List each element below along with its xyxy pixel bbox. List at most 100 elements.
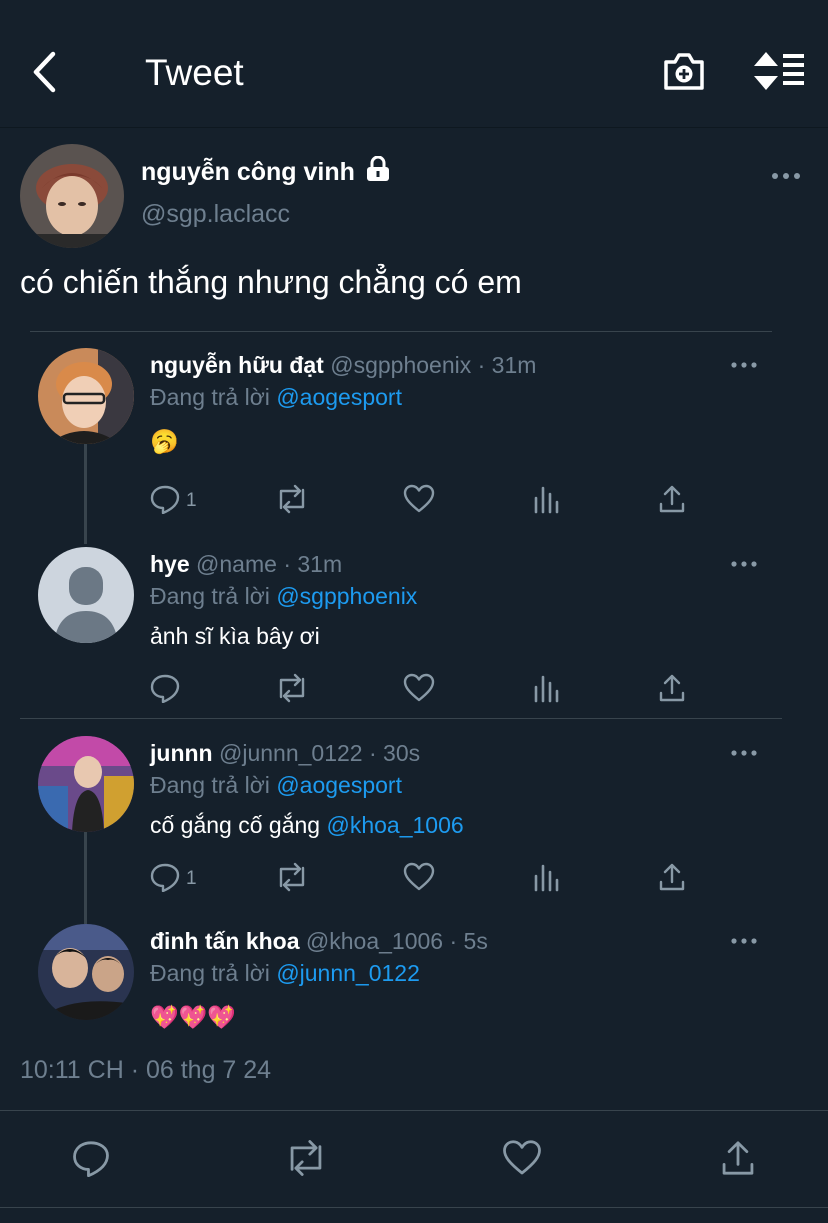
more-horizontal-icon: [731, 362, 757, 368]
thread-line: [84, 444, 87, 544]
more-horizontal-icon: [731, 938, 757, 944]
like-button[interactable]: [403, 862, 435, 896]
reply-header: hye @name · 31m: [150, 551, 342, 578]
tweet-action-bar: [0, 1110, 828, 1208]
retweet-icon: [279, 484, 305, 514]
replying-label: Đang trả lời: [150, 960, 270, 986]
retweet-icon: [279, 862, 305, 892]
more-options-button[interactable]: [730, 933, 758, 949]
sort-icon: [754, 52, 804, 90]
timestamp: 31m: [297, 551, 343, 577]
avatar[interactable]: [38, 348, 134, 444]
share-button[interactable]: [658, 673, 686, 707]
comment-icon: [150, 863, 180, 893]
profile-photo: [38, 736, 134, 832]
divider: [20, 718, 782, 719]
handle[interactable]: @sgp.laclacc: [141, 200, 290, 229]
share-button[interactable]: [658, 862, 686, 896]
replying-label: Đang trả lời: [150, 384, 270, 410]
like-button[interactable]: [502, 1139, 542, 1182]
handle[interactable]: @name: [196, 551, 277, 577]
like-button[interactable]: [403, 484, 435, 518]
mention-link[interactable]: @aogesport: [276, 384, 402, 410]
reply-text-body: cố gắng cố gắng: [150, 812, 327, 838]
retweet-button[interactable]: [274, 673, 310, 707]
camera-button[interactable]: [662, 50, 706, 92]
share-button[interactable]: [720, 1139, 756, 1182]
share-button[interactable]: [658, 484, 686, 518]
comment-icon: [150, 674, 180, 704]
reply-button[interactable]: 1: [150, 484, 197, 518]
share-icon: [659, 674, 685, 702]
retweet-icon: [279, 673, 305, 703]
more-options-button[interactable]: [730, 556, 758, 572]
tweet-timestamp: 10:11 CH · 06 thg 7 24: [20, 1056, 272, 1084]
retweet-button[interactable]: [283, 1139, 329, 1182]
analytics-button[interactable]: [533, 862, 561, 896]
mention-link[interactable]: @sgpphoenix: [276, 583, 417, 609]
avatar[interactable]: [38, 924, 134, 1020]
mention-link[interactable]: @aogesport: [276, 772, 402, 798]
avatar[interactable]: [38, 547, 134, 643]
handle[interactable]: @khoa_1006: [306, 928, 443, 954]
display-name[interactable]: junnn: [150, 740, 213, 766]
reply-button[interactable]: [72, 1139, 110, 1182]
chevron-left-icon: [33, 51, 56, 93]
comment-icon: [150, 485, 180, 515]
analytics-icon: [534, 864, 559, 892]
heart-icon: [403, 862, 435, 891]
mention-link[interactable]: @junnn_0122: [276, 960, 420, 986]
reply-header: junnn @junnn_0122 · 30s: [150, 740, 420, 767]
retweet-button[interactable]: [274, 484, 310, 518]
replying-to: Đang trả lời @aogesport: [150, 384, 402, 411]
avatar[interactable]: [38, 736, 134, 832]
separator-dot: ·: [368, 740, 377, 766]
sort-replies-button[interactable]: [752, 50, 806, 92]
top-bar: Tweet: [0, 0, 828, 128]
page-title: Tweet: [145, 52, 244, 93]
handle[interactable]: @junnn_0122: [219, 740, 363, 766]
heart-icon: [403, 484, 435, 513]
replying-label: Đang trả lời: [150, 583, 270, 609]
display-name[interactable]: hye: [150, 551, 190, 577]
retweet-icon: [290, 1140, 322, 1176]
analytics-button[interactable]: [533, 673, 561, 707]
handle[interactable]: @sgpphoenix: [330, 352, 471, 378]
timestamp: 31m: [491, 352, 537, 378]
reply-actions: 1: [150, 862, 690, 896]
display-name-text: nguyễn công vinh: [141, 158, 355, 186]
replying-label: Đang trả lời: [150, 772, 270, 798]
camera-add-icon: [664, 53, 704, 90]
reply-button[interactable]: 1: [150, 862, 197, 896]
retweet-button[interactable]: [274, 862, 310, 896]
display-name[interactable]: đinh tấn khoa: [150, 928, 300, 954]
reply-button[interactable]: [150, 673, 180, 707]
profile-photo: [38, 348, 134, 444]
replying-to: Đang trả lời @junnn_0122: [150, 960, 420, 987]
more-horizontal-icon: [772, 173, 800, 179]
like-button[interactable]: [403, 673, 435, 707]
mention-link[interactable]: @khoa_1006: [326, 812, 463, 838]
reply-header: nguyễn hữu đạt @sgpphoenix · 31m: [150, 352, 536, 379]
more-options-button[interactable]: [770, 166, 802, 186]
more-options-button[interactable]: [730, 745, 758, 761]
reply-text: ảnh sĩ kìa bây ơi: [150, 623, 320, 649]
back-button[interactable]: [28, 50, 64, 94]
heart-icon: [503, 1140, 541, 1175]
avatar[interactable]: [20, 144, 124, 248]
reply-count: 1: [186, 868, 197, 889]
share-icon: [722, 1141, 754, 1175]
display-name[interactable]: nguyễn hữu đạt: [150, 352, 324, 378]
analytics-button[interactable]: [533, 484, 561, 518]
reply-text: cố gắng cố gắng @khoa_1006: [150, 812, 464, 839]
analytics-icon: [534, 486, 559, 514]
reply-text: 💖💖💖: [150, 1004, 236, 1030]
reply-header: đinh tấn khoa @khoa_1006 · 5s: [150, 928, 488, 955]
display-name[interactable]: nguyễn công vinh: [141, 156, 390, 187]
reply-text: 🥱: [150, 428, 179, 454]
separator-dot: ·: [283, 551, 291, 577]
default-avatar-icon: [38, 547, 134, 643]
more-options-button[interactable]: [730, 357, 758, 373]
replying-to: Đang trả lời @sgpphoenix: [150, 583, 417, 610]
replying-to: Đang trả lời @aogesport: [150, 772, 402, 799]
